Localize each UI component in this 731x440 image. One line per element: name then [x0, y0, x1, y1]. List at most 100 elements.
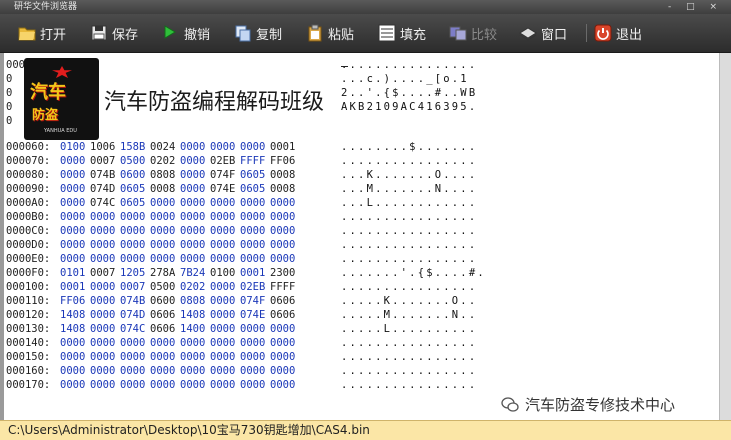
hex-word[interactable]: 0100: [210, 266, 240, 280]
hex-word[interactable]: 0000: [270, 378, 300, 392]
hex-word[interactable]: 1400: [180, 322, 210, 336]
vertical-scrollbar[interactable]: [719, 53, 731, 420]
hex-word[interactable]: 0000: [240, 350, 270, 364]
hex-word[interactable]: 0000: [120, 378, 150, 392]
hex-word[interactable]: 0000: [270, 210, 300, 224]
ascii-row[interactable]: ................: [341, 224, 477, 238]
hex-word[interactable]: 0000: [120, 252, 150, 266]
hex-word[interactable]: 0000: [120, 364, 150, 378]
fill-button[interactable]: 填充: [378, 22, 426, 44]
undo-button[interactable]: 撤销: [162, 22, 210, 44]
hex-word[interactable]: 0000: [120, 350, 150, 364]
exit-button[interactable]: 退出: [594, 22, 642, 44]
hex-word[interactable]: 0000: [150, 238, 180, 252]
hex-word[interactable]: FFFF: [270, 280, 300, 294]
ascii-row[interactable]: ................: [341, 252, 477, 266]
hex-word[interactable]: 074E: [240, 308, 270, 322]
hex-word[interactable]: 074B: [120, 294, 150, 308]
hex-word[interactable]: 0000: [210, 238, 240, 252]
hex-word[interactable]: 1408: [180, 308, 210, 322]
hex-word[interactable]: 0000: [90, 322, 120, 336]
hex-row[interactable]: 000100: 0001 0000 0007 0500 0202 0000 02EB FFFF: [6, 280, 300, 294]
hex-word[interactable]: 0606: [270, 308, 300, 322]
hex-word[interactable]: 0000: [240, 210, 270, 224]
hex-word[interactable]: 0000: [150, 210, 180, 224]
hex-word[interactable]: 0000: [90, 350, 120, 364]
hex-word[interactable]: 0000: [270, 336, 300, 350]
hex-word[interactable]: 0000: [240, 238, 270, 252]
hex-word[interactable]: 0000: [150, 378, 180, 392]
hex-word[interactable]: 074F: [210, 168, 240, 182]
hex-word[interactable]: 0000: [270, 252, 300, 266]
hex-word[interactable]: 0000: [90, 294, 120, 308]
hex-word[interactable]: 0000: [60, 154, 90, 168]
hex-word[interactable]: 0000: [90, 364, 120, 378]
hex-word[interactable]: 1408: [60, 322, 90, 336]
hex-row[interactable]: 000170: 0000 0000 0000 0000 0000 0000 0000 0000: [6, 378, 300, 392]
hex-row[interactable]: 000060: 0100 1006 158B 0024 0000 0000 0000 0001: [6, 140, 300, 154]
hex-word[interactable]: 0000: [90, 280, 120, 294]
hex-word[interactable]: 2300: [270, 266, 300, 280]
hex-row[interactable]: 0000F0: 0101 0007 1205 278A 7B24 0100 0001 2300: [6, 266, 300, 280]
hex-row[interactable]: 000140: 0000 0000 0000 0000 0000 0000 0000 0000: [6, 336, 300, 350]
hex-word[interactable]: 0000: [210, 196, 240, 210]
hex-word[interactable]: 0000: [270, 238, 300, 252]
hex-word[interactable]: 0000: [90, 378, 120, 392]
hex-word[interactable]: 0000: [60, 210, 90, 224]
hex-word[interactable]: 0007: [90, 266, 120, 280]
hex-word[interactable]: 0000: [210, 140, 240, 154]
hex-word[interactable]: 0000: [210, 280, 240, 294]
hex-row[interactable]: 000080: 0000 074B 0600 0808 0000 074F 0605 0008: [6, 168, 300, 182]
hex-word[interactable]: FFFF: [240, 154, 270, 168]
hex-word[interactable]: 0000: [60, 378, 90, 392]
ascii-row[interactable]: ................: [341, 238, 477, 252]
hex-word[interactable]: 0000: [180, 182, 210, 196]
ascii-row[interactable]: .......'.{$....#.: [341, 266, 486, 280]
hex-word[interactable]: 0000: [150, 364, 180, 378]
hex-word[interactable]: 0000: [210, 378, 240, 392]
hex-word[interactable]: 0000: [210, 224, 240, 238]
hex-word[interactable]: 0202: [180, 280, 210, 294]
hex-word[interactable]: 0000: [240, 196, 270, 210]
hex-word[interactable]: 074D: [120, 308, 150, 322]
hex-word[interactable]: 0605: [240, 168, 270, 182]
hex-word[interactable]: 0000: [120, 210, 150, 224]
hex-row[interactable]: 0000A0: 0000 074C 0605 0000 0000 0000 0000 0000: [6, 196, 300, 210]
hex-word[interactable]: 0605: [120, 196, 150, 210]
ascii-row[interactable]: ................: [341, 378, 477, 392]
hex-word[interactable]: 0000: [240, 364, 270, 378]
hex-word[interactable]: 0000: [210, 322, 240, 336]
copy-button[interactable]: 复制: [234, 22, 282, 44]
hex-word[interactable]: 0000: [270, 322, 300, 336]
hex-word[interactable]: FF06: [60, 294, 90, 308]
hex-word[interactable]: 0001: [60, 280, 90, 294]
hex-word[interactable]: 158B: [120, 140, 150, 154]
hex-word[interactable]: 0600: [120, 168, 150, 182]
hex-word[interactable]: 074C: [90, 196, 120, 210]
hex-row[interactable]: 0000D0: 0000 0000 0000 0000 0000 0000 0000 0000: [6, 238, 300, 252]
hex-word[interactable]: 0000: [210, 350, 240, 364]
hex-word[interactable]: 0000: [60, 252, 90, 266]
ascii-row[interactable]: .....M.......N..: [341, 308, 477, 322]
ascii-row[interactable]: .....K.......O..: [341, 294, 477, 308]
ascii-row[interactable]: ...L............: [341, 196, 477, 210]
hex-word[interactable]: 0000: [60, 336, 90, 350]
hex-word[interactable]: 0000: [180, 238, 210, 252]
hex-word[interactable]: 0000: [150, 252, 180, 266]
hex-word[interactable]: FF06: [270, 154, 300, 168]
hex-word[interactable]: 074D: [90, 182, 120, 196]
hex-word[interactable]: 0000: [210, 336, 240, 350]
hex-word[interactable]: 0606: [150, 322, 180, 336]
hex-word[interactable]: 0000: [180, 168, 210, 182]
hex-word[interactable]: 0500: [150, 280, 180, 294]
hex-row[interactable]: 000120: 1408 0000 074D 0606 1408 0000 074E 0606: [6, 308, 300, 322]
hex-word[interactable]: 074F: [240, 294, 270, 308]
hex-word[interactable]: 0000: [180, 224, 210, 238]
ascii-row[interactable]: ...K.......O....: [341, 168, 477, 182]
hex-word[interactable]: 0000: [60, 224, 90, 238]
hex-word[interactable]: 0606: [150, 308, 180, 322]
open-button[interactable]: 打开: [18, 22, 66, 44]
hex-word[interactable]: 0000: [90, 308, 120, 322]
hex-word[interactable]: 0600: [150, 294, 180, 308]
hex-word[interactable]: 0000: [120, 238, 150, 252]
